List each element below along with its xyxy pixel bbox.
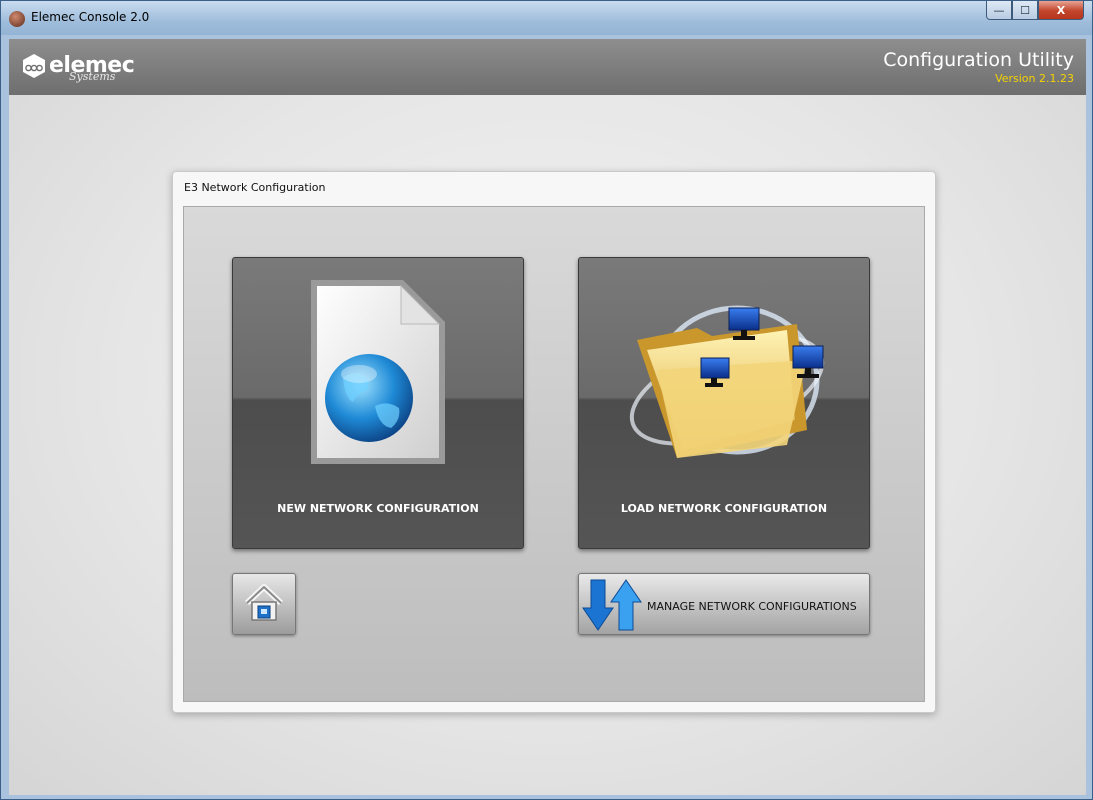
window-controls: — ☐ X	[986, 1, 1084, 21]
network-config-panel: E3 Network Configuration NEW NETWORK CON…	[172, 171, 936, 713]
app-icon	[9, 11, 25, 27]
new-network-config-label: NEW NETWORK CONFIGURATION	[277, 502, 479, 515]
app-window: Elemec Console 2.0 — ☐ X elemec Systems …	[0, 0, 1093, 800]
panel-title: E3 Network Configuration	[184, 181, 326, 194]
logo-sub: Systems	[69, 70, 116, 83]
new-document-globe-icon	[311, 280, 445, 464]
window-title: Elemec Console 2.0	[31, 10, 150, 24]
manage-network-configs-label: MANAGE NETWORK CONFIGURATIONS	[647, 600, 857, 613]
app-version: Version 2.1.23	[995, 72, 1074, 85]
elemec-logo: elemec Systems	[21, 51, 135, 83]
manage-network-configs-button[interactable]: MANAGE NETWORK CONFIGURATIONS	[578, 573, 870, 635]
home-button[interactable]	[232, 573, 296, 635]
maximize-button[interactable]: ☐	[1012, 1, 1038, 20]
close-button[interactable]: X	[1038, 1, 1084, 20]
logo-icon	[21, 53, 47, 79]
panel-content: NEW NETWORK CONFIGURATION LOAD NETWORK C…	[183, 206, 925, 702]
network-folder-icon	[629, 305, 825, 458]
app-header: elemec Systems Configuration Utility Ver…	[9, 39, 1086, 95]
up-down-arrows-icon	[582, 579, 642, 631]
minimize-button[interactable]: —	[986, 1, 1012, 20]
home-icon	[244, 584, 284, 621]
load-network-config-label: LOAD NETWORK CONFIGURATION	[620, 502, 828, 515]
new-network-config-button[interactable]: NEW NETWORK CONFIGURATION	[232, 257, 524, 549]
load-network-config-button[interactable]: LOAD NETWORK CONFIGURATION	[578, 257, 870, 549]
title-bar[interactable]: Elemec Console 2.0 — ☐ X	[1, 1, 1092, 35]
app-title: Configuration Utility	[883, 49, 1074, 71]
client-area: elemec Systems Configuration Utility Ver…	[9, 39, 1086, 795]
